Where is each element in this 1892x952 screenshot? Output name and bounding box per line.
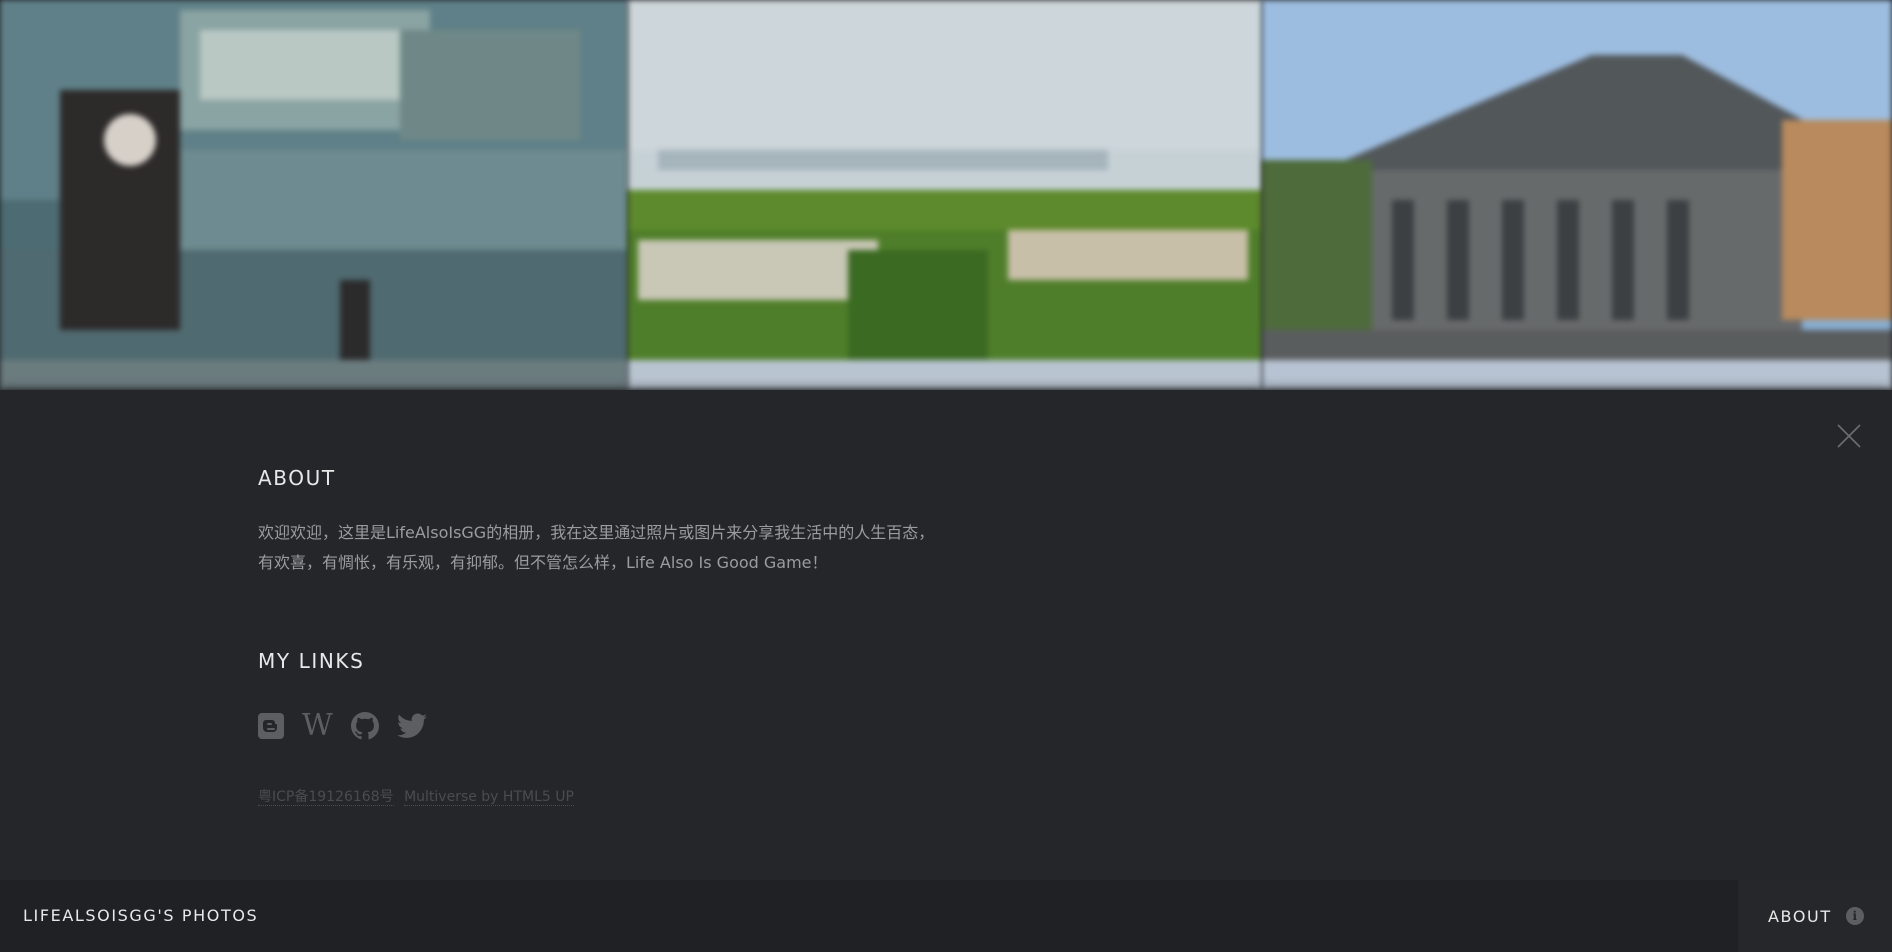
gallery-photo-field[interactable] [628,0,1262,390]
wikipedia-icon[interactable]: W [302,711,333,741]
github-icon[interactable] [350,712,379,740]
info-icon: i [1845,907,1864,925]
blogger-icon[interactable] [258,713,284,739]
site-title[interactable]: LIFEALSOISGG'S PHOTOS [23,880,258,952]
gallery-photo-building[interactable] [1262,0,1892,390]
footer-links: 粤ICP备19126168号 Multiverse by HTML5 UP [258,786,580,806]
close-icon[interactable] [1834,421,1864,451]
social-links: W [258,711,445,741]
links-heading: MY LINKS [258,649,365,673]
gallery-photo-street[interactable] [0,0,628,390]
about-toggle-button[interactable]: ABOUT i [1738,880,1892,952]
twitter-icon[interactable] [396,713,427,739]
about-panel: ABOUT 欢迎欢迎，这里是LifeAlsoIsGG的相册，我在这里通过照片或图… [0,390,1892,880]
credit-link[interactable]: Multiverse by HTML5 UP [404,789,574,806]
header-bar: LIFEALSOISGG'S PHOTOS ABOUT i [0,880,1892,952]
icp-link[interactable]: 粤ICP备19126168号 [258,789,394,806]
about-toggle-label: ABOUT [1768,906,1832,926]
about-description: 欢迎欢迎，这里是LifeAlsoIsGG的相册，我在这里通过照片或图片来分享我生… [258,523,935,572]
about-heading: ABOUT [258,466,336,490]
